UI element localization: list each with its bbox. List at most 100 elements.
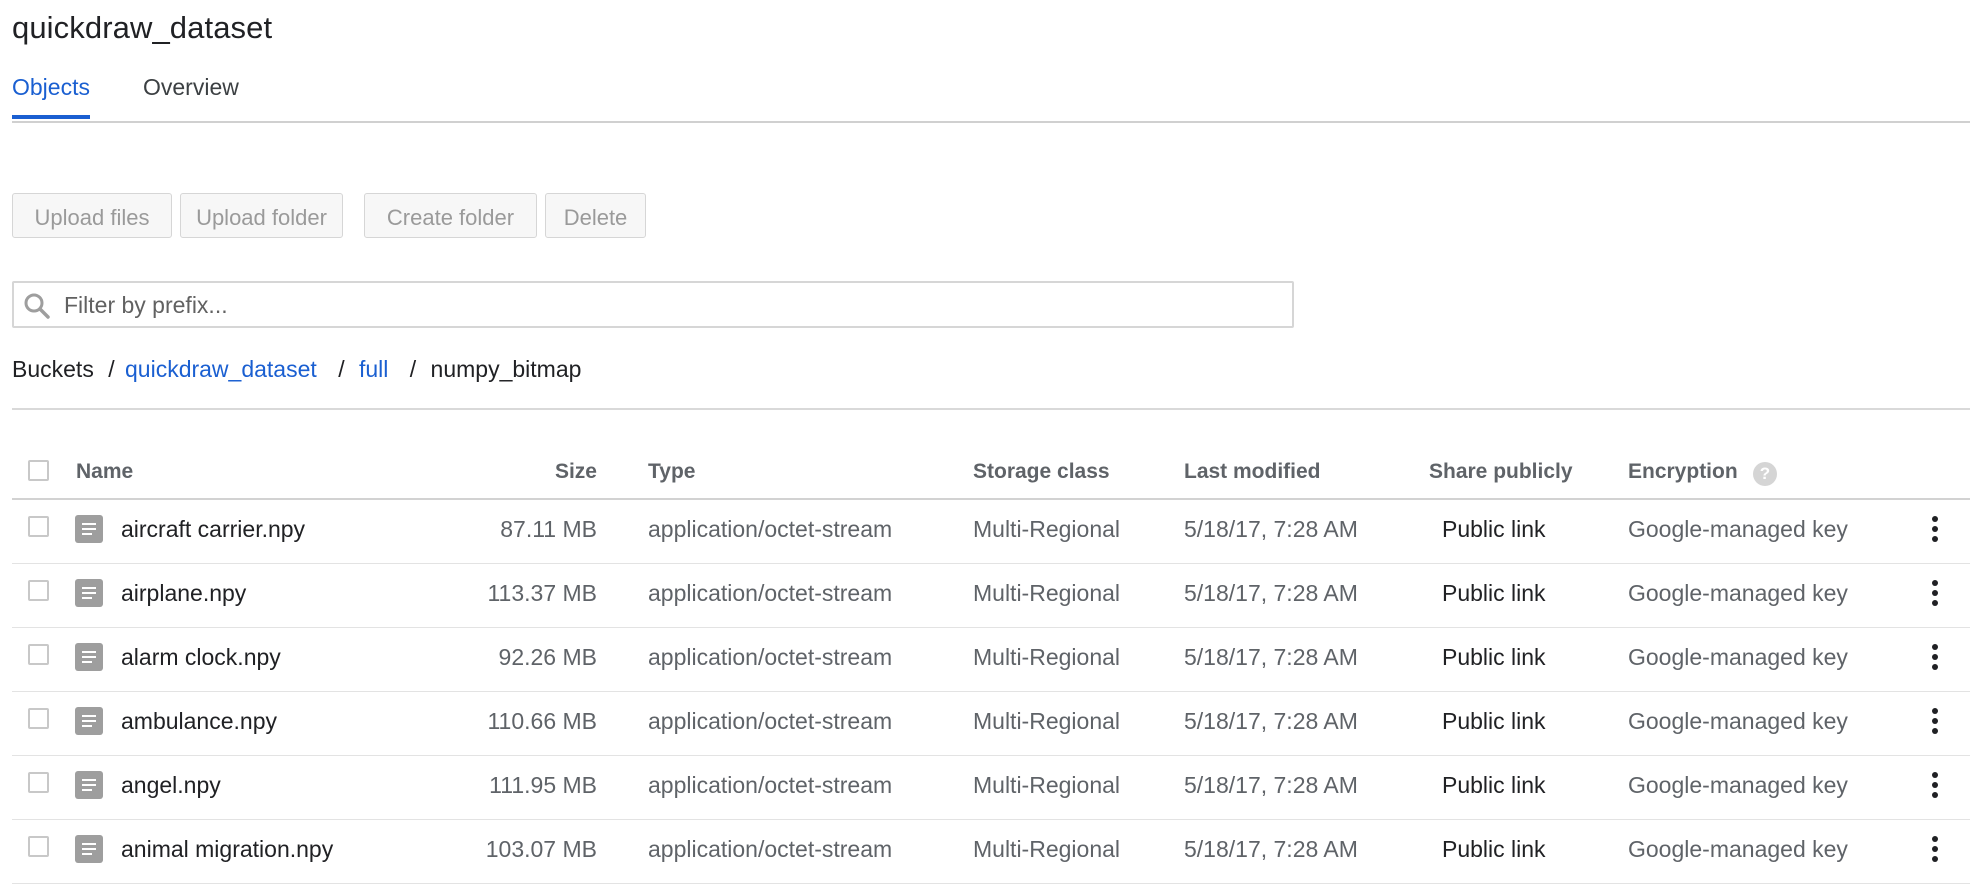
- file-type: application/octet-stream: [648, 708, 893, 734]
- file-type: application/octet-stream: [648, 644, 893, 670]
- help-icon[interactable]: ?: [1753, 462, 1777, 486]
- file-name-link[interactable]: aircraft carrier.npy: [121, 516, 305, 543]
- create-folder-button[interactable]: Create folder: [364, 193, 537, 238]
- more-vert-icon[interactable]: [1929, 836, 1941, 868]
- breadcrumb-folder-link[interactable]: full: [359, 356, 388, 382]
- encryption: Google-managed key: [1628, 516, 1848, 542]
- tab-objects[interactable]: Objects: [12, 74, 90, 119]
- tab-bar: Objects Overview: [12, 74, 1970, 123]
- storage-class: Multi-Regional: [973, 644, 1121, 670]
- storage-class: Multi-Regional: [973, 580, 1121, 606]
- file-type: application/octet-stream: [648, 836, 893, 862]
- column-header-share-publicly[interactable]: Share publicly: [1429, 460, 1573, 484]
- last-modified: 5/18/17, 7:28 AM: [1184, 708, 1358, 734]
- upload-files-button[interactable]: Upload files: [12, 193, 172, 238]
- row-checkbox[interactable]: [28, 708, 49, 729]
- more-vert-icon[interactable]: [1929, 708, 1941, 740]
- file-size: 111.95 MB: [489, 772, 597, 798]
- delete-button[interactable]: Delete: [545, 193, 646, 238]
- column-header-name[interactable]: Name: [76, 460, 133, 484]
- row-checkbox[interactable]: [28, 516, 49, 537]
- table-header: Name Size Type Storage class Last modifi…: [12, 452, 1970, 500]
- filter-input[interactable]: [62, 287, 1266, 324]
- tab-objects-label: Objects: [12, 74, 90, 100]
- breadcrumb: Buckets / quickdraw_dataset / full / num…: [12, 356, 581, 383]
- select-all-checkbox[interactable]: [28, 460, 49, 481]
- breadcrumb-separator: /: [338, 356, 345, 382]
- row-checkbox[interactable]: [28, 772, 49, 793]
- storage-class: Multi-Regional: [973, 708, 1121, 734]
- row-checkbox[interactable]: [28, 580, 49, 601]
- file-type: application/octet-stream: [648, 580, 893, 606]
- encryption: Google-managed key: [1628, 836, 1848, 862]
- breadcrumb-current: numpy_bitmap: [430, 356, 582, 382]
- more-vert-icon[interactable]: [1929, 580, 1941, 612]
- search-icon: [24, 293, 50, 319]
- last-modified: 5/18/17, 7:28 AM: [1184, 772, 1358, 798]
- file-icon: [75, 515, 103, 543]
- encryption: Google-managed key: [1628, 580, 1848, 606]
- upload-folder-button[interactable]: Upload folder: [180, 193, 343, 238]
- encryption: Google-managed key: [1628, 708, 1848, 734]
- column-header-encryption[interactable]: Encryption: [1628, 460, 1738, 484]
- column-header-storage-class[interactable]: Storage class: [973, 460, 1110, 484]
- file-size: 103.07 MB: [485, 836, 597, 862]
- file-icon: [75, 707, 103, 735]
- file-size: 113.37 MB: [487, 580, 597, 606]
- file-icon: [75, 835, 103, 863]
- storage-browser: quickdraw_dataset Objects Overview Uploa…: [0, 0, 1984, 884]
- file-icon: [75, 771, 103, 799]
- public-link[interactable]: Public link: [1442, 516, 1546, 543]
- tab-overview[interactable]: Overview: [143, 74, 239, 101]
- last-modified: 5/18/17, 7:28 AM: [1184, 644, 1358, 670]
- last-modified: 5/18/17, 7:28 AM: [1184, 580, 1358, 606]
- public-link[interactable]: Public link: [1442, 708, 1546, 735]
- file-name-link[interactable]: angel.npy: [121, 772, 221, 799]
- filter-box: [12, 281, 1294, 328]
- breadcrumb-root: Buckets: [12, 356, 94, 382]
- storage-class: Multi-Regional: [973, 772, 1121, 798]
- active-tab-indicator: [12, 115, 90, 119]
- file-type: application/octet-stream: [648, 772, 893, 798]
- table-row[interactable]: airplane.npy 113.37 MB application/octet…: [12, 564, 1970, 628]
- public-link[interactable]: Public link: [1442, 644, 1546, 671]
- file-name-link[interactable]: alarm clock.npy: [121, 644, 281, 671]
- last-modified: 5/18/17, 7:28 AM: [1184, 516, 1358, 542]
- breadcrumb-separator: /: [108, 356, 115, 382]
- table-row[interactable]: alarm clock.npy 92.26 MB application/oct…: [12, 628, 1970, 692]
- file-type: application/octet-stream: [648, 516, 893, 542]
- row-checkbox[interactable]: [28, 836, 49, 857]
- storage-class: Multi-Regional: [973, 516, 1121, 542]
- more-vert-icon[interactable]: [1929, 772, 1941, 804]
- tab-overview-label: Overview: [143, 74, 239, 100]
- column-header-size[interactable]: Size: [312, 460, 597, 484]
- last-modified: 5/18/17, 7:28 AM: [1184, 836, 1358, 862]
- file-name-link[interactable]: ambulance.npy: [121, 708, 277, 735]
- table-row[interactable]: ambulance.npy 110.66 MB application/octe…: [12, 692, 1970, 756]
- file-name-link[interactable]: animal migration.npy: [121, 836, 333, 863]
- file-size: 87.11 MB: [500, 516, 597, 542]
- public-link[interactable]: Public link: [1442, 580, 1546, 607]
- encryption: Google-managed key: [1628, 644, 1848, 670]
- breadcrumb-bucket-link[interactable]: quickdraw_dataset: [125, 356, 317, 382]
- breadcrumb-separator: /: [409, 356, 417, 382]
- more-vert-icon[interactable]: [1929, 516, 1941, 548]
- more-vert-icon[interactable]: [1929, 644, 1941, 676]
- public-link[interactable]: Public link: [1442, 772, 1546, 799]
- row-checkbox[interactable]: [28, 644, 49, 665]
- table-row[interactable]: animal migration.npy 103.07 MB applicati…: [12, 820, 1970, 884]
- file-size: 110.66 MB: [487, 708, 597, 734]
- file-name-link[interactable]: airplane.npy: [121, 580, 246, 607]
- encryption: Google-managed key: [1628, 772, 1848, 798]
- public-link[interactable]: Public link: [1442, 836, 1546, 863]
- objects-table: Name Size Type Storage class Last modifi…: [12, 452, 1970, 884]
- file-icon: [75, 643, 103, 671]
- column-header-last-modified[interactable]: Last modified: [1184, 460, 1321, 484]
- file-size: 92.26 MB: [498, 644, 597, 670]
- table-row[interactable]: angel.npy 111.95 MB application/octet-st…: [12, 756, 1970, 820]
- storage-class: Multi-Regional: [973, 836, 1121, 862]
- column-header-type[interactable]: Type: [648, 460, 695, 484]
- table-row[interactable]: aircraft carrier.npy 87.11 MB applicatio…: [12, 500, 1970, 564]
- page-title: quickdraw_dataset: [12, 10, 273, 45]
- divider: [12, 408, 1970, 410]
